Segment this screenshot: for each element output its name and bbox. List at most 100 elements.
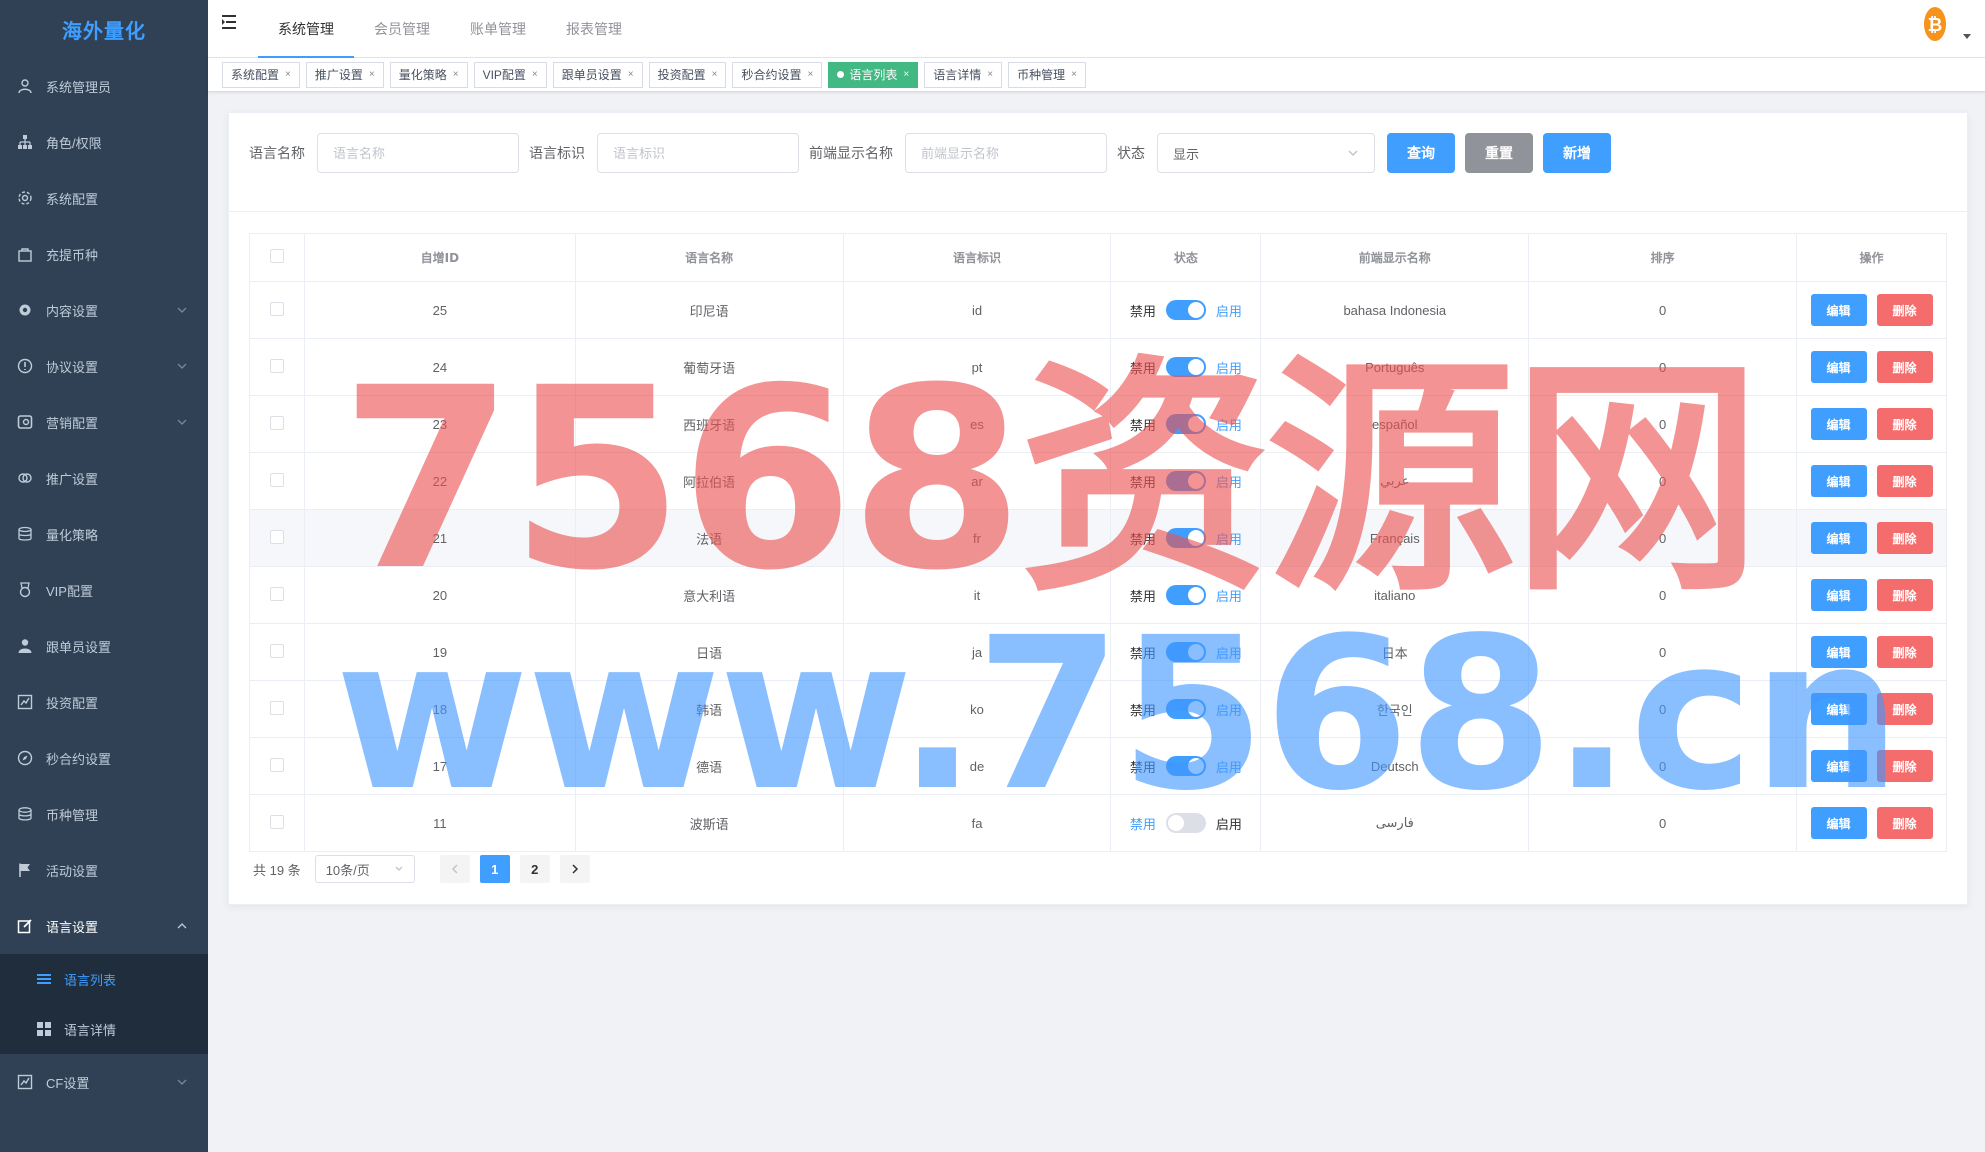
delete-button[interactable]: 删除 bbox=[1876, 636, 1933, 668]
status-switch[interactable] bbox=[1165, 642, 1206, 662]
delete-button[interactable]: 删除 bbox=[1876, 408, 1933, 440]
tag-2[interactable]: 量化策略 × bbox=[389, 61, 468, 88]
sidebar-item-7[interactable]: 推广设置 bbox=[0, 450, 208, 506]
delete-button[interactable]: 删除 bbox=[1876, 522, 1933, 554]
status-switch[interactable] bbox=[1165, 756, 1206, 776]
app-logo[interactable]: 海外量化 bbox=[0, 0, 208, 58]
row-checkbox[interactable] bbox=[269, 643, 284, 658]
sidebar-item-cf[interactable]: CF设置 bbox=[0, 1054, 208, 1110]
status-switch[interactable] bbox=[1165, 300, 1206, 320]
sidebar-item-14[interactable]: 活动设置 bbox=[0, 842, 208, 898]
row-checkbox[interactable] bbox=[269, 358, 284, 373]
row-checkbox[interactable] bbox=[269, 814, 284, 829]
next-page-button[interactable] bbox=[559, 855, 590, 883]
page-1-button[interactable]: 1 bbox=[479, 855, 510, 883]
edit-button[interactable]: 编辑 bbox=[1810, 465, 1867, 497]
add-button[interactable]: 新增 bbox=[1543, 133, 1611, 173]
close-icon[interactable]: × bbox=[628, 63, 634, 87]
page-2-button[interactable]: 2 bbox=[519, 855, 550, 883]
reset-button[interactable]: 重置 bbox=[1465, 133, 1533, 173]
close-icon[interactable]: × bbox=[808, 63, 814, 87]
delete-button[interactable]: 删除 bbox=[1876, 351, 1933, 383]
sidebar-item-6[interactable]: 营销配置 bbox=[0, 394, 208, 450]
close-icon[interactable]: × bbox=[369, 63, 375, 87]
status-switch[interactable] bbox=[1165, 813, 1206, 833]
row-checkbox[interactable] bbox=[269, 301, 284, 316]
status-switch[interactable] bbox=[1165, 528, 1206, 548]
close-icon[interactable]: × bbox=[903, 63, 909, 87]
sidebar-item-11[interactable]: 投资配置 bbox=[0, 674, 208, 730]
status-switch[interactable] bbox=[1165, 585, 1206, 605]
prev-page-button[interactable] bbox=[439, 855, 470, 883]
close-icon[interactable]: × bbox=[285, 63, 291, 87]
top-tab-3[interactable]: 报表管理 bbox=[546, 0, 642, 58]
delete-button[interactable]: 删除 bbox=[1876, 579, 1933, 611]
top-tab-0[interactable]: 系统管理 bbox=[258, 0, 354, 58]
caret-down-icon[interactable] bbox=[1963, 28, 1971, 39]
status-select[interactable]: 显示 bbox=[1157, 133, 1375, 173]
sidebar-subitem-0[interactable]: 语言列表 bbox=[0, 954, 208, 1004]
sidebar-item-10[interactable]: 跟单员设置 bbox=[0, 618, 208, 674]
top-tab-2[interactable]: 账单管理 bbox=[450, 0, 546, 58]
top-tab-1[interactable]: 会员管理 bbox=[354, 0, 450, 58]
header-display-name[interactable]: 前端显示名称 bbox=[1260, 233, 1530, 282]
tag-1[interactable]: 推广设置 × bbox=[305, 61, 384, 88]
delete-button[interactable]: 删除 bbox=[1876, 693, 1933, 725]
close-icon[interactable]: × bbox=[712, 63, 718, 87]
edit-button[interactable]: 编辑 bbox=[1810, 750, 1867, 782]
query-button[interactable]: 查询 bbox=[1387, 133, 1455, 173]
header-sort[interactable]: 排序 bbox=[1528, 233, 1798, 282]
status-switch[interactable] bbox=[1165, 414, 1206, 434]
sidebar-item-15[interactable]: 语言设置 bbox=[0, 898, 208, 954]
code-input[interactable] bbox=[597, 133, 799, 173]
tag-4[interactable]: 跟单员设置 × bbox=[552, 61, 643, 88]
name-input[interactable] bbox=[317, 133, 519, 173]
sidebar-item-12[interactable]: 秒合约设置 bbox=[0, 730, 208, 786]
display-name-input[interactable] bbox=[905, 133, 1107, 173]
sidebar-item-5[interactable]: 协议设置 bbox=[0, 338, 208, 394]
sidebar-item-13[interactable]: 币种管理 bbox=[0, 786, 208, 842]
close-icon[interactable]: × bbox=[987, 63, 993, 87]
row-checkbox[interactable] bbox=[269, 586, 284, 601]
hamburger-icon[interactable] bbox=[222, 14, 242, 32]
delete-button[interactable]: 删除 bbox=[1876, 294, 1933, 326]
close-icon[interactable]: × bbox=[532, 63, 538, 87]
sidebar-item-9[interactable]: VIP配置 bbox=[0, 562, 208, 618]
header-name[interactable]: 语言名称 bbox=[575, 233, 844, 282]
tag-5[interactable]: 投资配置 × bbox=[648, 61, 727, 88]
close-icon[interactable]: × bbox=[453, 63, 459, 87]
edit-button[interactable]: 编辑 bbox=[1810, 636, 1867, 668]
page-size-select[interactable]: 10条/页 bbox=[314, 855, 415, 883]
sidebar-item-4[interactable]: 内容设置 bbox=[0, 282, 208, 338]
tag-3[interactable]: VIP配置 × bbox=[473, 61, 547, 88]
status-switch[interactable] bbox=[1165, 357, 1206, 377]
sidebar-item-3[interactable]: 充提币种 bbox=[0, 226, 208, 282]
edit-button[interactable]: 编辑 bbox=[1810, 294, 1867, 326]
tag-6[interactable]: 秒合约设置 × bbox=[732, 61, 823, 88]
sidebar-subitem-1[interactable]: 语言详情 bbox=[0, 1004, 208, 1054]
status-switch[interactable] bbox=[1165, 471, 1206, 491]
edit-button[interactable]: 编辑 bbox=[1810, 579, 1867, 611]
avatar[interactable]: ₿ bbox=[1923, 5, 1947, 43]
row-checkbox[interactable] bbox=[269, 472, 284, 487]
header-status[interactable]: 状态 bbox=[1110, 233, 1262, 282]
select-all-checkbox[interactable] bbox=[269, 249, 284, 263]
sidebar-item-8[interactable]: 量化策略 bbox=[0, 506, 208, 562]
row-checkbox[interactable] bbox=[269, 415, 284, 430]
delete-button[interactable]: 删除 bbox=[1876, 807, 1933, 839]
delete-button[interactable]: 删除 bbox=[1876, 750, 1933, 782]
edit-button[interactable]: 编辑 bbox=[1810, 351, 1867, 383]
row-checkbox[interactable] bbox=[269, 757, 284, 772]
tag-0[interactable]: 系统配置 × bbox=[222, 61, 300, 88]
row-checkbox[interactable] bbox=[269, 529, 284, 544]
tag-7[interactable]: 语言列表 × bbox=[828, 61, 919, 88]
header-code[interactable]: 语言标识 bbox=[843, 233, 1112, 282]
header-id[interactable]: 自增ID bbox=[304, 233, 576, 282]
delete-button[interactable]: 删除 bbox=[1876, 465, 1933, 497]
sidebar-item-1[interactable]: 角色/权限 bbox=[0, 114, 208, 170]
tag-9[interactable]: 币种管理 × bbox=[1008, 61, 1086, 88]
tag-8[interactable]: 语言详情 × bbox=[924, 61, 1003, 88]
edit-button[interactable]: 编辑 bbox=[1810, 807, 1867, 839]
sidebar-item-2[interactable]: 系统配置 bbox=[0, 170, 208, 226]
close-icon[interactable]: × bbox=[1071, 63, 1077, 87]
